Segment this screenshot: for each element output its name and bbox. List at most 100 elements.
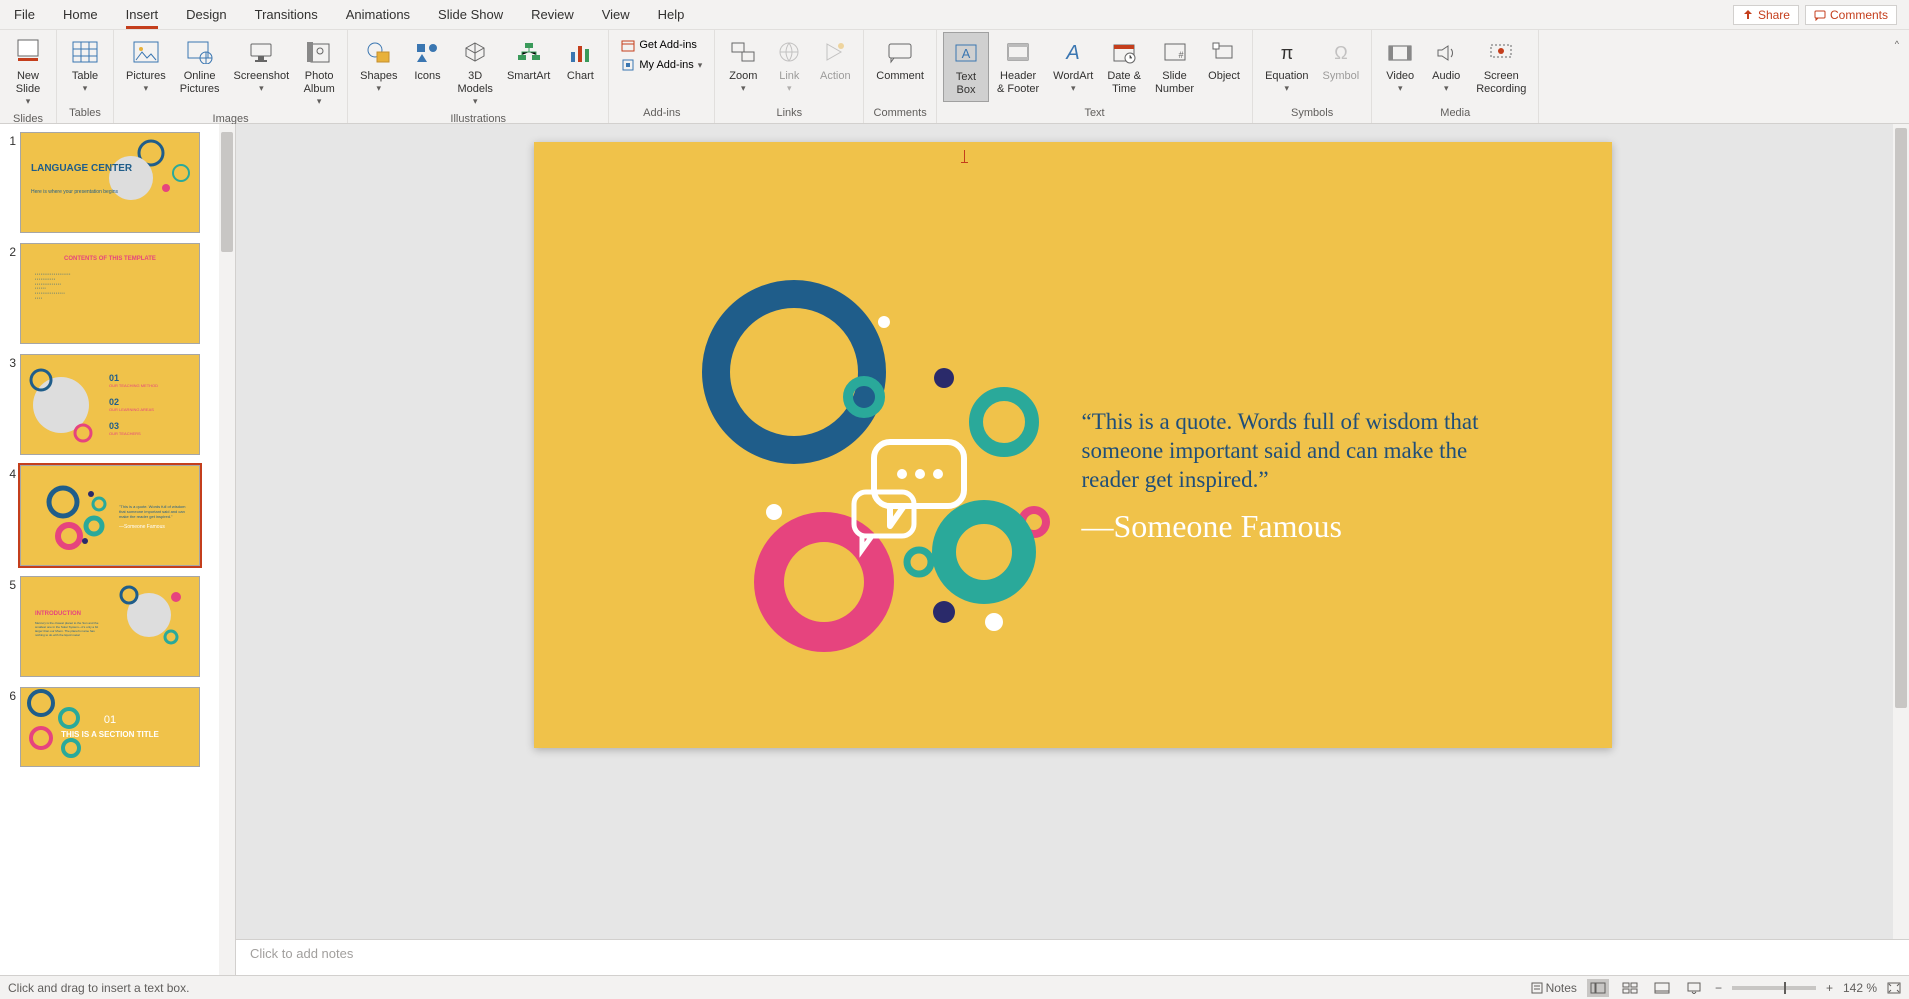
notes-toggle[interactable]: Notes (1531, 981, 1577, 995)
tab-slideshow[interactable]: Slide Show (424, 0, 517, 29)
screen-recording-button[interactable]: Screen Recording (1470, 32, 1532, 100)
zoom-button[interactable]: Zoom▾ (721, 32, 765, 98)
thumb-number: 2 (4, 243, 20, 259)
equation-icon: π (1273, 40, 1301, 64)
slide-thumbnail-4[interactable]: "This is a quote. Words full of wisdom t… (20, 465, 200, 566)
video-button[interactable]: Video▾ (1378, 32, 1422, 98)
slide-sorter-icon (1622, 982, 1638, 994)
thumb-number: 4 (4, 465, 20, 481)
table-icon (71, 40, 99, 64)
fit-to-window-button[interactable] (1887, 982, 1901, 994)
link-button[interactable]: Link▾ (767, 32, 811, 98)
store-icon (621, 38, 635, 52)
thumb-number: 1 (4, 132, 20, 148)
tab-design[interactable]: Design (172, 0, 240, 29)
current-slide[interactable]: “This is a quote. Words full of wisdom t… (534, 142, 1612, 748)
slide-thumbnail-panel[interactable]: 1 LANGUAGE CENTER Here is where your pre… (0, 124, 236, 975)
reading-view-button[interactable] (1651, 979, 1673, 997)
notes-pane[interactable]: Click to add notes (236, 939, 1909, 975)
photo-album-icon (305, 40, 333, 64)
equation-button[interactable]: πEquation▾ (1259, 32, 1314, 98)
slide-thumbnail-2[interactable]: CONTENTS OF THIS TEMPLATE ▪ ▪ ▪ ▪ ▪ ▪ ▪ … (20, 243, 200, 344)
slide-thumbnail-3[interactable]: 01 OUR TEACHING METHOD 02 OUR LEARNING A… (20, 354, 200, 455)
3d-models-icon (461, 40, 489, 64)
shapes-button[interactable]: Shapes▾ (354, 32, 403, 98)
action-icon (821, 40, 849, 64)
date-time-icon (1110, 40, 1138, 64)
tab-file[interactable]: File (0, 0, 49, 29)
date-time-button[interactable]: Date & Time (1101, 32, 1147, 100)
canvas-area: “This is a quote. Words full of wisdom t… (236, 124, 1909, 975)
quote-text[interactable]: “This is a quote. Words full of wisdom t… (1082, 408, 1502, 494)
zoom-level[interactable]: 142 % (1843, 981, 1877, 995)
object-button[interactable]: Object (1202, 32, 1246, 87)
status-message: Click and drag to insert a text box. (8, 981, 189, 995)
3d-models-button[interactable]: 3D Models▾ (451, 32, 498, 111)
quote-attribution[interactable]: —Someone Famous (1082, 508, 1502, 545)
slide-thumbnail-1[interactable]: LANGUAGE CENTER Here is where your prese… (20, 132, 200, 233)
zoom-out-button[interactable]: − (1715, 981, 1722, 995)
slide-thumbnail-6[interactable]: 01 THIS IS A SECTION TITLE (20, 687, 200, 767)
normal-view-button[interactable] (1587, 979, 1609, 997)
online-pictures-icon (186, 40, 214, 64)
action-button[interactable]: Action (813, 32, 857, 87)
comments-button[interactable]: Comments (1805, 5, 1897, 25)
group-label-comments: Comments (870, 105, 930, 123)
tab-review[interactable]: Review (517, 0, 588, 29)
addins-icon (621, 58, 635, 72)
textbox-cursor-indicator (960, 150, 970, 164)
tab-transitions[interactable]: Transitions (241, 0, 332, 29)
thumb-number: 6 (4, 687, 20, 703)
group-label-addins: Add-ins (615, 105, 708, 123)
pictures-icon (132, 40, 160, 64)
pictures-button[interactable]: Pictures▾ (120, 32, 172, 98)
comment-button[interactable]: Comment (870, 32, 930, 87)
collapse-ribbon-icon[interactable]: ^ (1895, 39, 1899, 49)
group-label-symbols: Symbols (1259, 105, 1365, 123)
slide-canvas[interactable]: “This is a quote. Words full of wisdom t… (236, 124, 1909, 939)
group-label-links: Links (721, 105, 857, 123)
get-addins-button[interactable]: Get Add-ins (615, 36, 708, 54)
main-area: 1 LANGUAGE CENTER Here is where your pre… (0, 124, 1909, 975)
slideshow-icon (1686, 982, 1702, 994)
canvas-vertical-scrollbar[interactable] (1893, 124, 1909, 939)
textbox-button[interactable]: AText Box (943, 32, 989, 102)
icons-button[interactable]: Icons (405, 32, 449, 87)
slide-thumbnail-5[interactable]: INTRODUCTION Mercury is the closest plan… (20, 576, 200, 677)
wordart-button[interactable]: AWordArt▾ (1047, 32, 1099, 98)
textbox-icon: A (952, 41, 980, 65)
slide-sorter-button[interactable] (1619, 979, 1641, 997)
thumbnail-scrollbar[interactable] (219, 124, 235, 975)
share-button[interactable]: Share (1733, 5, 1799, 25)
zoom-icon (729, 40, 757, 64)
svg-text:A: A (962, 46, 971, 61)
tab-animations[interactable]: Animations (332, 0, 424, 29)
symbol-button[interactable]: ΩSymbol (1317, 32, 1366, 87)
tab-view[interactable]: View (588, 0, 644, 29)
table-button[interactable]: Table▾ (63, 32, 107, 98)
slide-number-button[interactable]: #Slide Number (1149, 32, 1200, 100)
normal-view-icon (1590, 982, 1606, 994)
thumb-number: 3 (4, 354, 20, 370)
chart-button[interactable]: Chart (558, 32, 602, 87)
slide-number-icon: # (1161, 40, 1189, 64)
online-pictures-button[interactable]: Online Pictures (174, 32, 226, 100)
slideshow-view-button[interactable] (1683, 979, 1705, 997)
photo-album-button[interactable]: Photo Album▾ (297, 32, 341, 111)
screenshot-icon (247, 40, 275, 64)
header-footer-button[interactable]: Header & Footer (991, 32, 1045, 100)
svg-text:Ω: Ω (1334, 43, 1347, 63)
tab-insert[interactable]: Insert (112, 0, 173, 29)
screenshot-button[interactable]: Screenshot▾ (228, 32, 296, 98)
audio-button[interactable]: Audio▾ (1424, 32, 1468, 98)
tab-help[interactable]: Help (644, 0, 699, 29)
zoom-in-button[interactable]: + (1826, 981, 1833, 995)
my-addins-button[interactable]: My Add-ins ▾ (615, 56, 708, 74)
zoom-slider[interactable] (1732, 986, 1816, 990)
object-icon (1210, 40, 1238, 64)
reading-view-icon (1654, 982, 1670, 994)
smartart-button[interactable]: SmartArt (501, 32, 556, 87)
svg-text:π: π (1281, 43, 1293, 63)
tab-home[interactable]: Home (49, 0, 112, 29)
new-slide-button[interactable]: New Slide▾ (6, 32, 50, 111)
